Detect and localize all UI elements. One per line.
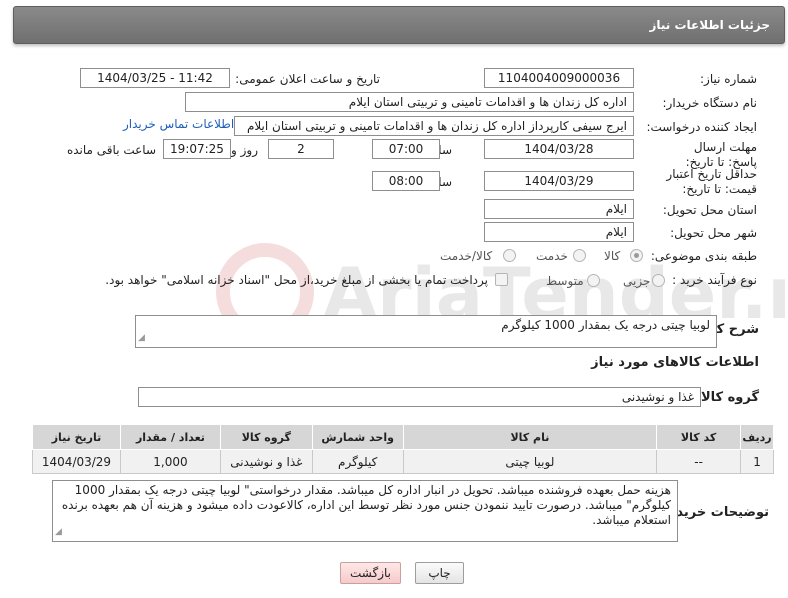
price-validity-label: حداقل تاریخ اعتبار قیمت: تا تاریخ:: [666, 167, 757, 196]
treasury-payment-note: پرداخت تمام یا بخشی از مبلغ خرید،از محل …: [105, 273, 488, 287]
cell-need-date: 1404/03/29: [32, 449, 121, 474]
validity-date-field: 1404/03/29: [484, 171, 634, 191]
page-title: جزئیات اطلاعات نیاز: [649, 18, 770, 32]
province-field: ایلام: [484, 199, 634, 219]
process-radio-medium[interactable]: [587, 274, 600, 287]
need-number-label: شماره نیاز:: [700, 72, 757, 86]
col-header-goods-code: کد کالا: [656, 424, 742, 450]
col-header-row-number: ردیف: [740, 424, 774, 450]
validity-time-field: 08:00: [372, 171, 440, 191]
process-radio-minor[interactable]: [652, 274, 665, 287]
need-number-field: 1104004009000036: [484, 68, 634, 88]
category-option-service: خدمت: [536, 249, 568, 263]
reply-time-field: 07:00: [372, 139, 440, 159]
announce-datetime-label: تاریخ و ساعت اعلان عمومی:: [235, 72, 380, 86]
category-radio-goods[interactable]: [630, 249, 643, 262]
city-label: شهر محل تحویل:: [670, 226, 757, 240]
province-label: استان محل تحویل:: [662, 203, 757, 217]
requester-field: ایرج سیفی کارپرداز اداره کل زندان ها و ا…: [234, 116, 634, 136]
table-header-row: ردیف کد کالا نام کالا واحد شمارش گروه کا…: [32, 424, 774, 450]
cell-row-number: 1: [740, 449, 774, 474]
cell-goods-name: لوبیا چیتی: [402, 449, 658, 474]
category-option-goods: کالا: [604, 249, 621, 263]
category-radio-goods-service[interactable]: [503, 249, 516, 262]
cell-unit: کیلوگرم: [311, 449, 404, 474]
col-header-quantity: تعداد / مقدار: [120, 424, 221, 450]
process-option-medium: متوسط: [546, 274, 584, 288]
table-row: 1 -- لوبیا چیتی کیلوگرم غذا و نوشیدنی 1,…: [32, 449, 774, 474]
requester-label: ایجاد کننده درخواست:: [646, 120, 757, 134]
goods-info-heading: اطلاعات کالاهای مورد نیاز: [591, 355, 759, 370]
process-type-label: نوع فرآیند خرید :: [672, 273, 757, 287]
description-text: لوبیا چیتی درجه یک بمقدار 1000 کیلوگرم: [501, 318, 710, 332]
col-header-need-date: تاریخ نیاز: [32, 424, 121, 450]
days-field: 2: [268, 139, 334, 159]
category-label: طبقه بندی موضوعی:: [650, 249, 757, 263]
announce-datetime-field: 1404/03/25 - 11:42: [80, 68, 230, 88]
day-label: روز و: [231, 143, 258, 157]
cell-goods-code: --: [656, 449, 742, 474]
category-option-goods-service: کالا/خدمت: [440, 249, 493, 263]
buyer-org-label: نام دستگاه خریدار:: [662, 96, 758, 110]
goods-table: ردیف کد کالا نام کالا واحد شمارش گروه کا…: [32, 424, 774, 474]
reply-deadline-label: مهلت ارسال پاسخ: تا تاریخ:: [685, 140, 757, 169]
goods-group-label: گروه کالا:: [695, 390, 759, 405]
col-header-goods-group: گروه کالا: [219, 424, 313, 450]
cell-quantity: 1,000: [120, 449, 221, 474]
process-option-minor: جزیی: [623, 274, 651, 288]
header-bar: جزئیات اطلاعات نیاز: [13, 6, 785, 44]
city-field: ایلام: [484, 222, 634, 242]
resize-grip-icon: ◢: [55, 527, 62, 537]
goods-group-field: غذا و نوشیدنی: [138, 387, 701, 407]
page-frame: جزئیات اطلاعات نیاز AriaTender.net شماره…: [0, 0, 788, 598]
buyer-contact-link[interactable]: اطلاعات تماس خریدار: [123, 117, 234, 131]
remaining-time-field: 19:07:25: [163, 139, 231, 159]
category-radio-service[interactable]: [573, 249, 586, 262]
back-button[interactable]: بازگشت: [340, 562, 401, 584]
resize-grip-icon: ◢: [138, 333, 145, 343]
buyer-org-field: اداره کل زندان ها و اقدامات تامینی و ترب…: [185, 92, 634, 112]
col-header-unit: واحد شمارش: [311, 424, 404, 450]
buyer-notes-textarea[interactable]: هزینه حمل بعهده فروشنده میباشد. تحویل در…: [52, 480, 678, 542]
print-button[interactable]: چاپ: [415, 562, 464, 584]
reply-date-field: 1404/03/28: [484, 139, 634, 159]
description-textarea[interactable]: لوبیا چیتی درجه یک بمقدار 1000 کیلوگرم ◢: [135, 315, 717, 348]
buyer-notes-text: هزینه حمل بعهده فروشنده میباشد. تحویل در…: [61, 483, 671, 527]
remaining-label: ساعت باقی مانده: [66, 143, 156, 157]
col-header-goods-name: نام کالا: [402, 424, 658, 450]
cell-goods-group: غذا و نوشیدنی: [219, 449, 313, 474]
treasury-payment-checkbox[interactable]: [495, 273, 508, 286]
